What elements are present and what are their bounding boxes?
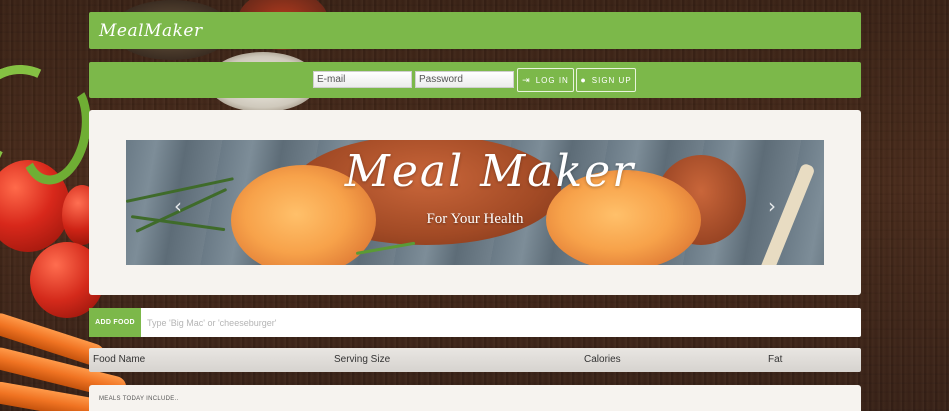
food-table-header: Food Name Serving Size Calories Fat bbox=[89, 348, 861, 372]
brand-logo[interactable]: MealMaker bbox=[99, 21, 203, 41]
hero-card: Meal Maker For Your Health ‹ › bbox=[89, 110, 861, 295]
user-icon: ● bbox=[580, 74, 587, 85]
add-food-button[interactable]: ADD FOOD bbox=[89, 308, 141, 337]
meals-today-card: MEALS TODAY INCLUDE.. bbox=[89, 385, 861, 411]
column-header-fat: Fat bbox=[768, 354, 783, 365]
food-search-input[interactable] bbox=[147, 313, 847, 332]
login-button[interactable]: ⇥ LOG IN bbox=[517, 68, 574, 92]
signup-label: SIGN UP bbox=[591, 75, 632, 85]
email-field[interactable] bbox=[313, 71, 412, 88]
column-header-serving-size: Serving Size bbox=[334, 354, 391, 365]
food-search-bar: ADD FOOD bbox=[89, 308, 861, 337]
brand-header: MealMaker bbox=[89, 12, 861, 49]
chevron-right-icon[interactable]: › bbox=[768, 194, 776, 218]
sign-in-icon: ⇥ bbox=[522, 74, 531, 85]
password-field[interactable] bbox=[415, 71, 514, 88]
signup-button[interactable]: ● SIGN UP bbox=[576, 68, 636, 92]
chevron-left-icon[interactable]: ‹ bbox=[174, 194, 182, 218]
meals-today-title: MEALS TODAY INCLUDE.. bbox=[99, 396, 179, 402]
login-label: LOG IN bbox=[535, 75, 569, 85]
column-header-calories: Calories bbox=[584, 354, 621, 365]
column-header-food-name: Food Name bbox=[93, 354, 146, 365]
hero-carousel: Meal Maker For Your Health ‹ › bbox=[126, 140, 824, 265]
hero-subtitle: For Your Health bbox=[426, 211, 524, 227]
auth-bar: ⇥ LOG IN ● SIGN UP bbox=[89, 62, 861, 98]
hero-title: Meal Maker bbox=[344, 146, 636, 197]
